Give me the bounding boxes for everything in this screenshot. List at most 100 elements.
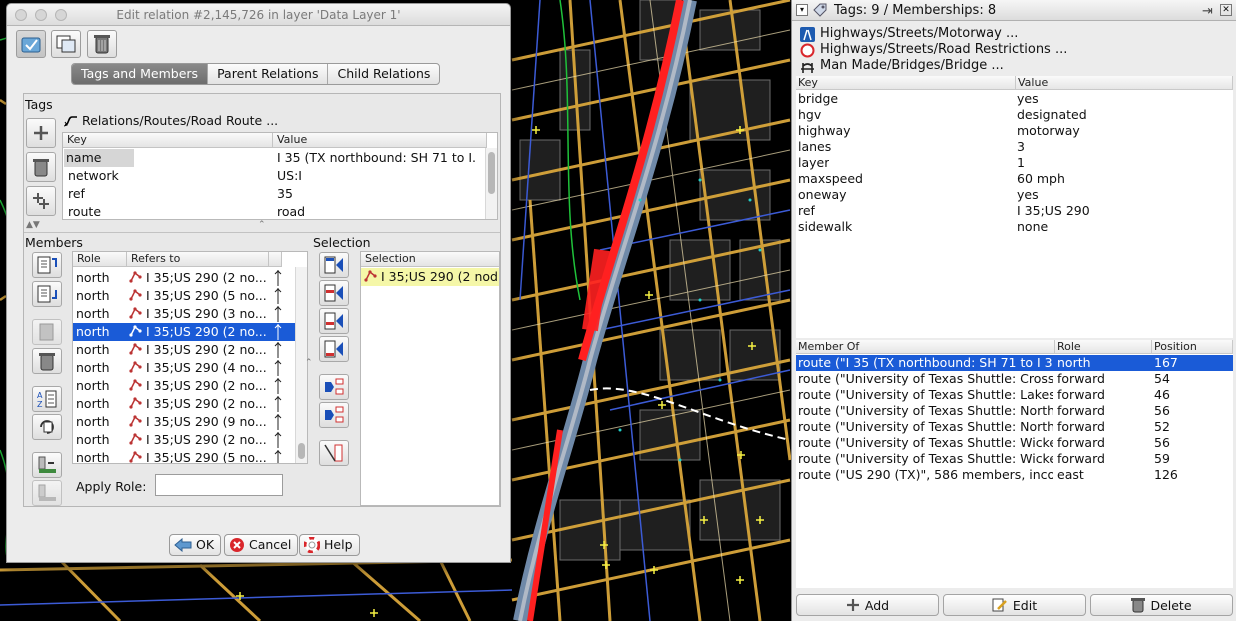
membership-member-of[interactable]: route ("University of Texas Shuttle: Wic… [798, 435, 1053, 451]
membership-member-of[interactable]: route ("I 35 (TX northbound: SH 71 to I … [798, 355, 1053, 371]
select-members-button[interactable] [319, 374, 349, 400]
property-tag-row[interactable]: bridge yes [796, 91, 1233, 107]
selection-row[interactable]: I 35;US 290 (2 nod [361, 268, 499, 286]
membership-role[interactable]: forward [1057, 435, 1105, 451]
split-handle-icon[interactable]: ⌃ [258, 220, 266, 230]
collapse-panel-icon[interactable]: ▾ [796, 4, 808, 16]
membership-row[interactable]: route ("University of Texas Shuttle: Wic… [796, 451, 1233, 467]
property-tag-row[interactable]: sidewalk none [796, 219, 1233, 235]
membership-role[interactable]: forward [1057, 387, 1105, 403]
apply-role-input[interactable] [155, 474, 283, 496]
member-refers-to[interactable]: I 35;US 290 (2 no... [129, 341, 269, 359]
membership-role-header[interactable]: Role [1055, 340, 1152, 354]
help-button[interactable]: Help [299, 534, 360, 556]
member-row[interactable]: north I 35;US 290 (5 no... [73, 449, 307, 463]
tag-row[interactable]: network US:I [63, 167, 497, 185]
tag-value[interactable]: yes [1017, 187, 1039, 203]
tag-key[interactable]: oneway [798, 187, 847, 203]
member-refers-to[interactable]: I 35;US 290 (2 no... [129, 377, 269, 395]
member-row[interactable]: north I 35;US 290 (3 no... [73, 305, 307, 323]
zoom-window-button[interactable] [55, 9, 67, 21]
property-tag-row[interactable]: highway motorway [796, 123, 1233, 139]
membership-position[interactable]: 126 [1154, 467, 1178, 483]
member-refers-to[interactable]: I 35;US 290 (2 no... [129, 395, 269, 413]
membership-member-of[interactable]: route ("University of Texas Shuttle: Lak… [798, 387, 1053, 403]
membership-row[interactable]: route ("University of Texas Shuttle: Nor… [796, 419, 1233, 435]
member-role[interactable]: north [76, 287, 126, 305]
edit-tag-button[interactable]: Edit [943, 594, 1086, 616]
member-refers-to[interactable]: I 35;US 290 (4 no... [129, 359, 269, 377]
member-linkage-header[interactable] [269, 252, 282, 267]
tag-key-header[interactable]: Key [63, 133, 273, 148]
member-role[interactable]: north [76, 449, 126, 463]
membership-role[interactable]: north [1057, 355, 1091, 371]
membership-position[interactable]: 56 [1154, 403, 1170, 419]
membership-position[interactable]: 46 [1154, 387, 1170, 403]
member-refers-to[interactable]: I 35;US 290 (9 no... [129, 413, 269, 431]
tag-value[interactable]: 3 [1017, 139, 1025, 155]
ok-button[interactable]: OK [169, 534, 222, 556]
property-tag-row[interactable]: lanes 3 [796, 139, 1233, 155]
member-refers-to[interactable]: I 35;US 290 (5 no... [129, 287, 269, 305]
membership-row[interactable]: route ("University of Texas Shuttle: Nor… [796, 403, 1233, 419]
membership-row[interactable]: route ("University of Texas Shuttle: Cro… [796, 371, 1233, 387]
select-in-map-button[interactable] [319, 402, 349, 428]
members-table[interactable]: Role Refers to north I 35;US 290 (2 no...… [72, 251, 308, 464]
remove-member-button[interactable] [32, 348, 62, 374]
remove-selected-button[interactable] [319, 440, 349, 466]
move-up-button[interactable] [32, 252, 62, 278]
preset-motorway[interactable]: Highways/Streets/Motorway ... [800, 26, 1018, 42]
member-refers-to[interactable]: I 35;US 290 (3 no... [129, 305, 269, 323]
split-arrows-icon[interactable]: ▲▼ [26, 220, 40, 230]
delete-relation-button[interactable] [87, 30, 117, 58]
member-role[interactable]: north [76, 377, 126, 395]
tag-value[interactable]: 1 [1017, 155, 1025, 171]
member-role[interactable]: north [76, 413, 126, 431]
edit-member-button[interactable] [32, 319, 62, 345]
membership-row[interactable]: route ("University of Texas Shuttle: Lak… [796, 387, 1233, 403]
tab-tags-and-members[interactable]: Tags and Members [72, 64, 209, 84]
tag-key[interactable]: lanes [798, 139, 831, 155]
memberships-table[interactable]: Member Of Role Position route ("I 35 (TX… [796, 340, 1233, 588]
apply-changes-toolbar-button[interactable] [16, 30, 46, 58]
property-tag-row[interactable]: layer 1 [796, 155, 1233, 171]
membership-member-of[interactable]: route ("University of Texas Shuttle: Nor… [798, 419, 1053, 435]
split-handle-icon[interactable]: ⌃ [305, 358, 313, 368]
membership-member-of[interactable]: route ("University of Texas Shuttle: Wic… [798, 451, 1053, 467]
preset-link[interactable]: Relations/Routes/Road Route ... [64, 113, 278, 128]
member-refers-header[interactable]: Refers to [127, 252, 269, 267]
member-role[interactable]: north [76, 431, 126, 449]
member-row[interactable]: north I 35;US 290 (2 no... [73, 431, 307, 449]
preset-road-restrictions[interactable]: Highways/Streets/Road Restrictions ... [800, 42, 1067, 58]
member-refers-to[interactable]: I 35;US 290 (5 no... [129, 449, 269, 463]
membership-position[interactable]: 56 [1154, 435, 1170, 451]
tag-key[interactable]: ref [798, 203, 815, 219]
add-at-end-button[interactable] [319, 336, 349, 362]
property-tag-row[interactable]: hgv designated [796, 107, 1233, 123]
membership-row[interactable]: route ("I 35 (TX northbound: SH 71 to I … [796, 355, 1233, 371]
close-window-button[interactable] [15, 9, 27, 21]
tag-key[interactable]: highway [798, 123, 851, 139]
tag-value-header[interactable]: Value [273, 133, 487, 148]
property-tag-row[interactable]: maxspeed 60 mph [796, 171, 1233, 187]
tag-row[interactable]: name I 35 (TX northbound: SH 71 to I... [63, 149, 497, 167]
preset-bridge[interactable]: Man Made/Bridges/Bridge ... [800, 58, 1004, 74]
tag-value[interactable]: none [1017, 219, 1048, 235]
add-tag-button[interactable] [26, 118, 56, 148]
delete-tag-button[interactable] [26, 152, 56, 182]
property-tag-row[interactable]: ref I 35;US 290 [796, 203, 1233, 219]
membership-role[interactable]: forward [1057, 419, 1105, 435]
member-role[interactable]: north [76, 359, 126, 377]
properties-tag-table[interactable]: Key Value bridge yes hgv designated highway m… [796, 76, 1233, 338]
tag-table[interactable]: Key Value name I 35 (TX northbound: SH 7… [62, 132, 498, 220]
membership-position[interactable]: 167 [1154, 355, 1178, 371]
member-row[interactable]: north I 35;US 290 (9 no... [73, 413, 307, 431]
tag-key[interactable]: layer [798, 155, 829, 171]
tag-key[interactable]: hgv [798, 107, 821, 123]
panel-title-bar[interactable]: ▾ Tags: 9 / Memberships: 8 ⇥ ✕ [792, 0, 1236, 21]
tag-key[interactable]: sidewalk [798, 219, 852, 235]
detach-panel-icon[interactable]: ⇥ [1202, 1, 1213, 22]
membership-member-of[interactable]: route ("University of Texas Shuttle: Cro… [798, 371, 1053, 387]
member-role[interactable]: north [76, 269, 126, 287]
reverse-members-button[interactable] [32, 414, 62, 440]
